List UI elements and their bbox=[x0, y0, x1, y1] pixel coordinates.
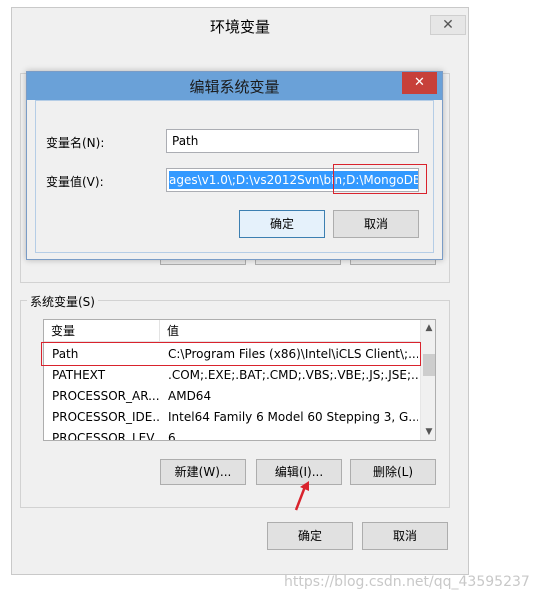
list-item[interactable]: PROCESSOR_IDE... Intel64 Family 6 Model … bbox=[44, 407, 420, 428]
variable-value: .COM;.EXE;.BAT;.CMD;.VBS;.VBE;.JS;.JSE;.… bbox=[168, 368, 418, 382]
mongodb-path-annotation bbox=[333, 164, 427, 194]
path-row-annotation bbox=[41, 342, 421, 366]
variable-name-label: 变量名(N): bbox=[46, 136, 105, 150]
variable-name: PROCESSOR_IDE... bbox=[52, 410, 160, 424]
variable-name-input[interactable]: Path bbox=[166, 129, 419, 153]
variable-name: PROCESSOR_AR... bbox=[52, 389, 160, 403]
cancel-button[interactable]: 取消 bbox=[362, 522, 448, 550]
dialog-cancel-button[interactable]: 取消 bbox=[333, 210, 419, 238]
watermark: https://blog.csdn.net/qq_43595237 bbox=[284, 574, 530, 590]
column-header-value[interactable]: 值 bbox=[160, 320, 420, 342]
delete-button[interactable]: 删除(L) bbox=[350, 459, 436, 485]
column-header-variable[interactable]: 变量 bbox=[44, 320, 160, 342]
vertical-scrollbar[interactable]: ▲ ▼ bbox=[420, 320, 435, 440]
variable-value: Intel64 Family 6 Model 60 Stepping 3, G.… bbox=[168, 410, 418, 424]
close-icon[interactable]: ✕ bbox=[430, 15, 466, 35]
scroll-thumb[interactable] bbox=[423, 354, 435, 376]
list-header: 变量 值 bbox=[44, 320, 420, 342]
variable-name: PATHEXT bbox=[52, 368, 106, 382]
variable-name: PROCESSOR_LEV... bbox=[52, 431, 160, 441]
list-item[interactable]: PATHEXT .COM;.EXE;.BAT;.CMD;.VBS;.VBE;.J… bbox=[44, 365, 420, 386]
scroll-up-icon[interactable]: ▲ bbox=[421, 320, 435, 336]
window-title: 环境变量 bbox=[209, 18, 270, 36]
red-arrow-annotation-icon bbox=[294, 481, 309, 511]
dialog-title: 编辑系统变量 bbox=[189, 78, 280, 96]
system-variables-label: 系统变量(S) bbox=[27, 293, 98, 310]
dialog-title-bar[interactable]: 编辑系统变量 ✕ bbox=[27, 72, 442, 100]
dialog-ok-button[interactable]: 确定 bbox=[239, 210, 325, 238]
close-icon[interactable]: ✕ bbox=[402, 72, 437, 94]
variable-value: AMD64 bbox=[168, 389, 212, 403]
variable-value: 6 bbox=[168, 431, 176, 441]
list-item[interactable]: PROCESSOR_AR... AMD64 bbox=[44, 386, 420, 407]
system-variables-list[interactable]: 变量 值 Path C:\Program Files (x86)\Intel\i… bbox=[43, 319, 436, 441]
variable-value-label: 变量值(V): bbox=[46, 175, 104, 189]
new-button[interactable]: 新建(W)... bbox=[160, 459, 246, 485]
ok-button[interactable]: 确定 bbox=[267, 522, 353, 550]
list-item[interactable]: PROCESSOR_LEV... 6 bbox=[44, 428, 420, 441]
scroll-down-icon[interactable]: ▼ bbox=[421, 424, 435, 440]
